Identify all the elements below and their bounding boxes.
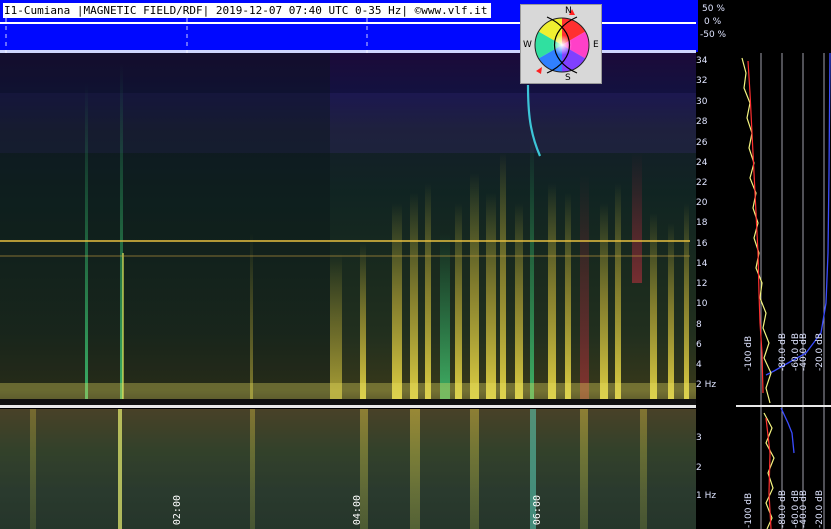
compass-south: S — [565, 73, 571, 83]
freq-6: 6 — [696, 340, 702, 350]
freq-16: 16 — [696, 239, 708, 249]
percent-scale-panel: 50 % 0 % -50 % — [696, 0, 831, 52]
level-meter-panel: -100 dB -80.0 dB -60.0 dB -40.0 dB -20.0… — [736, 53, 831, 529]
freq-24: 24 — [696, 158, 708, 168]
level-meter-graph — [736, 53, 831, 529]
compass-north: N — [565, 6, 572, 16]
freq-20: 20 — [696, 198, 708, 208]
freq-26: 26 — [696, 138, 708, 148]
spectrogram-lower-texture — [0, 409, 696, 529]
freq-30: 30 — [696, 97, 708, 107]
freq-18: 18 — [696, 218, 708, 228]
scale-50-percent: 50 % — [702, 4, 725, 14]
db-lower-label-minus-40: -40.0 dB — [799, 489, 809, 528]
freq-28: 28 — [696, 117, 708, 127]
freq-34: 34 — [696, 56, 708, 66]
scale-0-percent: 0 % — [704, 17, 722, 27]
spectrogram-main-texture — [0, 53, 696, 405]
spectrogram-main — [0, 53, 696, 405]
time-label-0400: 04:00 — [352, 494, 363, 525]
rdf-compass: N S E W — [520, 4, 602, 84]
frequency-axis-main: 34 32 30 28 26 24 22 20 18 16 14 12 10 8… — [696, 53, 736, 405]
db-label-minus-100: -100 dB — [744, 335, 754, 371]
db-label-minus-40: -40.0 dB — [799, 332, 809, 371]
frequency-axis-lower: 3 2 1 Hz — [696, 409, 736, 529]
compass-west: W — [523, 40, 532, 50]
freq-lower-2: 2 — [696, 463, 702, 473]
freq-lower-1-hz: 1 Hz — [696, 491, 717, 501]
db-lower-label-minus-60: -80.0 dB — [778, 489, 788, 528]
freq-10: 10 — [696, 299, 708, 309]
time-label-0200: 02:00 — [172, 494, 183, 525]
freq-8: 8 — [696, 320, 702, 330]
db-label-minus-60: -80.0 dB — [778, 332, 788, 371]
freq-12: 12 — [696, 279, 708, 289]
db-lower-label-minus-20: -20.0 dB — [815, 489, 825, 528]
scale-minus-50-percent: -50 % — [700, 30, 727, 40]
freq-32: 32 — [696, 76, 708, 86]
freq-lower-3: 3 — [696, 433, 702, 443]
compass-rose-icon — [534, 9, 590, 74]
time-label-0600: 06:00 — [532, 494, 543, 525]
freq-22: 22 — [696, 178, 708, 188]
freq-14: 14 — [696, 259, 708, 269]
freq-4: 4 — [696, 360, 702, 370]
compass-east: E — [593, 40, 599, 50]
spectrogram-lower — [0, 409, 696, 529]
db-label-minus-20: -20.0 dB — [815, 332, 825, 371]
spectrogram-separator — [0, 405, 696, 408]
db-lower-label-minus-100: -100 dB — [744, 492, 754, 528]
freq-2-hz: 2 Hz — [696, 380, 717, 390]
